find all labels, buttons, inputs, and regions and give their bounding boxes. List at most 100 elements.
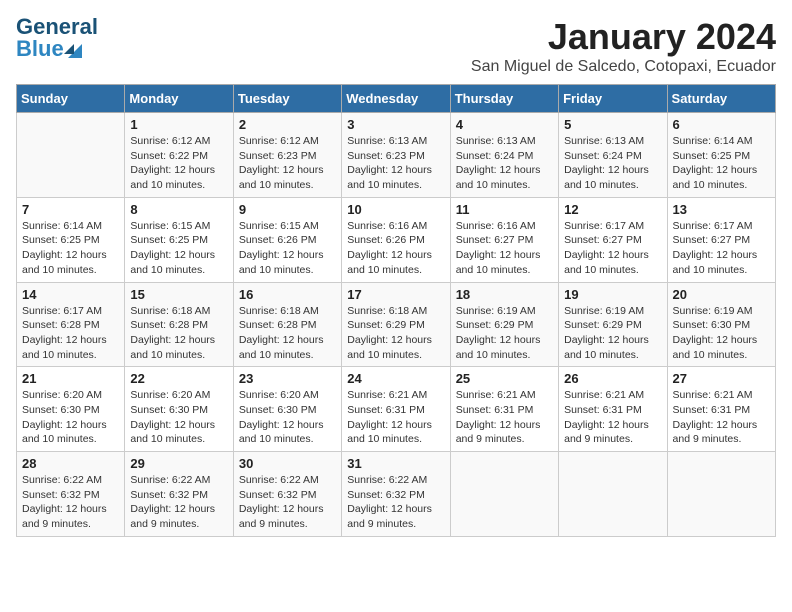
day-info: Sunrise: 6:17 AMSunset: 6:27 PMDaylight:… bbox=[564, 219, 661, 278]
day-info: Sunrise: 6:22 AMSunset: 6:32 PMDaylight:… bbox=[347, 473, 444, 532]
day-info: Sunrise: 6:13 AMSunset: 6:23 PMDaylight:… bbox=[347, 134, 444, 193]
day-number: 8 bbox=[130, 202, 227, 217]
calendar-cell: 30Sunrise: 6:22 AMSunset: 6:32 PMDayligh… bbox=[233, 452, 341, 537]
calendar-cell: 28 Sunrise: 6:22 AMSunset: 6:32 PMDayligh… bbox=[17, 452, 125, 537]
day-number: 10 bbox=[347, 202, 444, 217]
calendar-cell: 27 Sunrise: 6:21 AMSunset: 6:31 PMDayligh… bbox=[667, 367, 775, 452]
header-sunday: Sunday bbox=[17, 85, 125, 113]
calendar-cell: 19 Sunrise: 6:19 AMSunset: 6:29 PMDayligh… bbox=[559, 282, 667, 367]
calendar-cell: 17Sunrise: 6:18 AMSunset: 6:29 PMDayligh… bbox=[342, 282, 450, 367]
calendar-cell: 1 Sunrise: 6:12 AMSunset: 6:22 PMDaylight… bbox=[125, 113, 233, 198]
day-info: Sunrise: 6:14 AMSunset: 6:25 PMDaylight:… bbox=[673, 134, 770, 193]
day-info: Sunrise: 6:21 AMSunset: 6:31 PMDaylight:… bbox=[347, 388, 444, 447]
header-tuesday: Tuesday bbox=[233, 85, 341, 113]
header-wednesday: Wednesday bbox=[342, 85, 450, 113]
calendar-cell: 22 Sunrise: 6:20 AMSunset: 6:30 PMDayligh… bbox=[125, 367, 233, 452]
day-number: 5 bbox=[564, 117, 661, 132]
day-number: 20 bbox=[673, 287, 770, 302]
day-number: 21 bbox=[22, 371, 119, 386]
day-number: 7 bbox=[22, 202, 119, 217]
day-number: 4 bbox=[456, 117, 553, 132]
calendar-header-row: SundayMondayTuesdayWednesdayThursdayFrid… bbox=[17, 85, 776, 113]
day-info: Sunrise: 6:18 AMSunset: 6:28 PMDaylight:… bbox=[130, 304, 227, 363]
calendar-cell: 18Sunrise: 6:19 AMSunset: 6:29 PMDayligh… bbox=[450, 282, 558, 367]
calendar-cell bbox=[667, 452, 775, 537]
day-info: Sunrise: 6:16 AMSunset: 6:27 PMDaylight:… bbox=[456, 219, 553, 278]
day-info: Sunrise: 6:14 AMSunset: 6:25 PMDaylight:… bbox=[22, 219, 119, 278]
day-info: Sunrise: 6:19 AMSunset: 6:29 PMDaylight:… bbox=[456, 304, 553, 363]
day-number: 23 bbox=[239, 371, 336, 386]
day-info: Sunrise: 6:21 AMSunset: 6:31 PMDaylight:… bbox=[564, 388, 661, 447]
calendar-cell: 24 Sunrise: 6:21 AMSunset: 6:31 PMDayligh… bbox=[342, 367, 450, 452]
day-number: 17 bbox=[347, 287, 444, 302]
calendar-cell: 23 Sunrise: 6:20 AMSunset: 6:30 PMDayligh… bbox=[233, 367, 341, 452]
day-number: 19 bbox=[564, 287, 661, 302]
day-number: 16 bbox=[239, 287, 336, 302]
calendar-cell bbox=[17, 113, 125, 198]
day-number: 1 bbox=[130, 117, 227, 132]
day-number: 24 bbox=[347, 371, 444, 386]
day-number: 22 bbox=[130, 371, 227, 386]
calendar-week-0: 1 Sunrise: 6:12 AMSunset: 6:22 PMDaylight… bbox=[17, 113, 776, 198]
calendar-cell: 9 Sunrise: 6:15 AMSunset: 6:26 PMDaylight… bbox=[233, 197, 341, 282]
calendar-week-2: 14Sunrise: 6:17 AMSunset: 6:28 PMDayligh… bbox=[17, 282, 776, 367]
day-info: Sunrise: 6:22 AMSunset: 6:32 PMDaylight:… bbox=[130, 473, 227, 532]
page-title: January 2024 bbox=[471, 16, 776, 58]
header-friday: Friday bbox=[559, 85, 667, 113]
title-block: January 2024 San Miguel de Salcedo, Coto… bbox=[471, 16, 776, 76]
calendar-cell: 15 Sunrise: 6:18 AMSunset: 6:28 PMDayligh… bbox=[125, 282, 233, 367]
calendar-cell: 26 Sunrise: 6:21 AMSunset: 6:31 PMDayligh… bbox=[559, 367, 667, 452]
header-saturday: Saturday bbox=[667, 85, 775, 113]
calendar-cell: 8 Sunrise: 6:15 AMSunset: 6:25 PMDaylight… bbox=[125, 197, 233, 282]
day-info: Sunrise: 6:20 AMSunset: 6:30 PMDaylight:… bbox=[130, 388, 227, 447]
logo: General Blue bbox=[16, 16, 98, 60]
page-subtitle: San Miguel de Salcedo, Cotopaxi, Ecuador bbox=[471, 58, 776, 76]
calendar-cell: 31Sunrise: 6:22 AMSunset: 6:32 PMDayligh… bbox=[342, 452, 450, 537]
header-thursday: Thursday bbox=[450, 85, 558, 113]
calendar-cell: 21Sunrise: 6:20 AMSunset: 6:30 PMDayligh… bbox=[17, 367, 125, 452]
page-header: General Blue January 2024 San Miguel de … bbox=[16, 16, 776, 76]
day-number: 12 bbox=[564, 202, 661, 217]
day-info: Sunrise: 6:19 AMSunset: 6:29 PMDaylight:… bbox=[564, 304, 661, 363]
day-info: Sunrise: 6:17 AMSunset: 6:28 PMDaylight:… bbox=[22, 304, 119, 363]
day-number: 6 bbox=[673, 117, 770, 132]
calendar-cell: 29 Sunrise: 6:22 AMSunset: 6:32 PMDayligh… bbox=[125, 452, 233, 537]
day-number: 9 bbox=[239, 202, 336, 217]
calendar-cell: 13Sunrise: 6:17 AMSunset: 6:27 PMDayligh… bbox=[667, 197, 775, 282]
calendar-table: SundayMondayTuesdayWednesdayThursdayFrid… bbox=[16, 84, 776, 537]
calendar-cell: 10 Sunrise: 6:16 AMSunset: 6:26 PMDayligh… bbox=[342, 197, 450, 282]
calendar-cell: 12 Sunrise: 6:17 AMSunset: 6:27 PMDayligh… bbox=[559, 197, 667, 282]
calendar-cell: 2 Sunrise: 6:12 AMSunset: 6:23 PMDaylight… bbox=[233, 113, 341, 198]
day-number: 26 bbox=[564, 371, 661, 386]
calendar-week-1: 7 Sunrise: 6:14 AMSunset: 6:25 PMDaylight… bbox=[17, 197, 776, 282]
day-info: Sunrise: 6:15 AMSunset: 6:25 PMDaylight:… bbox=[130, 219, 227, 278]
day-number: 29 bbox=[130, 456, 227, 471]
day-number: 28 bbox=[22, 456, 119, 471]
day-info: Sunrise: 6:20 AMSunset: 6:30 PMDaylight:… bbox=[239, 388, 336, 447]
calendar-cell: 5 Sunrise: 6:13 AMSunset: 6:24 PMDaylight… bbox=[559, 113, 667, 198]
day-info: Sunrise: 6:15 AMSunset: 6:26 PMDaylight:… bbox=[239, 219, 336, 278]
day-info: Sunrise: 6:12 AMSunset: 6:22 PMDaylight:… bbox=[130, 134, 227, 193]
day-info: Sunrise: 6:22 AMSunset: 6:32 PMDaylight:… bbox=[239, 473, 336, 532]
day-info: Sunrise: 6:13 AMSunset: 6:24 PMDaylight:… bbox=[564, 134, 661, 193]
day-number: 3 bbox=[347, 117, 444, 132]
day-info: Sunrise: 6:18 AMSunset: 6:28 PMDaylight:… bbox=[239, 304, 336, 363]
day-info: Sunrise: 6:21 AMSunset: 6:31 PMDaylight:… bbox=[673, 388, 770, 447]
day-number: 15 bbox=[130, 287, 227, 302]
calendar-cell: 3 Sunrise: 6:13 AMSunset: 6:23 PMDaylight… bbox=[342, 113, 450, 198]
calendar-cell: 7 Sunrise: 6:14 AMSunset: 6:25 PMDaylight… bbox=[17, 197, 125, 282]
day-info: Sunrise: 6:16 AMSunset: 6:26 PMDaylight:… bbox=[347, 219, 444, 278]
day-number: 27 bbox=[673, 371, 770, 386]
calendar-cell bbox=[559, 452, 667, 537]
day-info: Sunrise: 6:13 AMSunset: 6:24 PMDaylight:… bbox=[456, 134, 553, 193]
day-info: Sunrise: 6:12 AMSunset: 6:23 PMDaylight:… bbox=[239, 134, 336, 193]
day-info: Sunrise: 6:22 AMSunset: 6:32 PMDaylight:… bbox=[22, 473, 119, 532]
day-info: Sunrise: 6:21 AMSunset: 6:31 PMDaylight:… bbox=[456, 388, 553, 447]
day-number: 11 bbox=[456, 202, 553, 217]
calendar-cell: 14Sunrise: 6:17 AMSunset: 6:28 PMDayligh… bbox=[17, 282, 125, 367]
day-number: 2 bbox=[239, 117, 336, 132]
header-monday: Monday bbox=[125, 85, 233, 113]
day-number: 25 bbox=[456, 371, 553, 386]
calendar-cell: 16 Sunrise: 6:18 AMSunset: 6:28 PMDayligh… bbox=[233, 282, 341, 367]
calendar-cell: 4 Sunrise: 6:13 AMSunset: 6:24 PMDaylight… bbox=[450, 113, 558, 198]
